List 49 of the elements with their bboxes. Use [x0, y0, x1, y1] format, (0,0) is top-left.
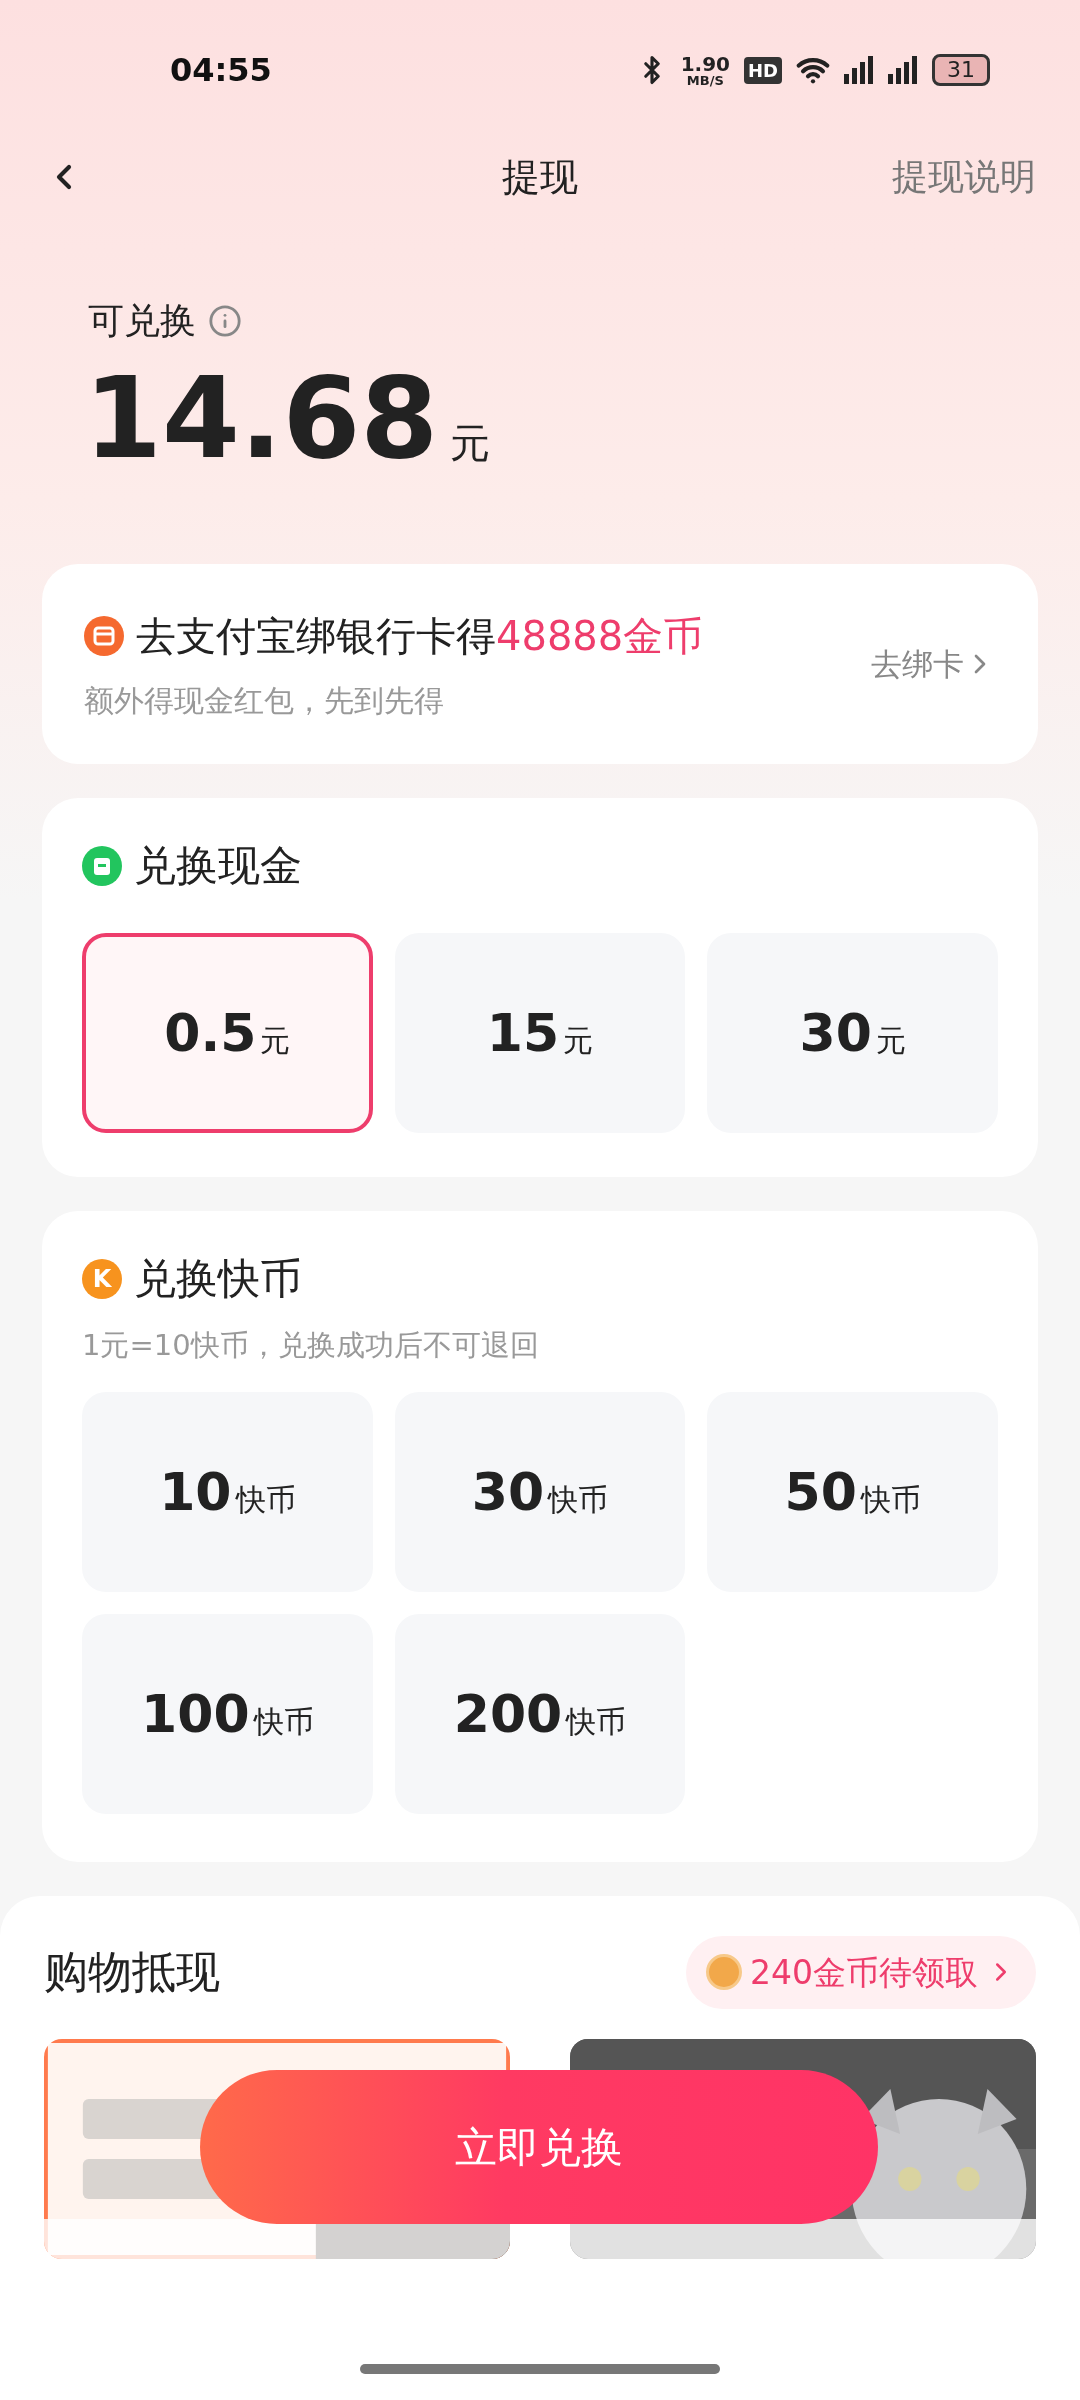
- signal-icon: [844, 56, 874, 84]
- balance-label: 可兑换: [88, 299, 196, 343]
- amount-value: 100: [141, 1687, 250, 1740]
- page-title: 提现: [502, 153, 578, 201]
- network-speed: 1.90 MB/S: [680, 53, 730, 87]
- amount-unit: 快币: [566, 1706, 627, 1737]
- amount-option[interactable]: 30 元: [707, 933, 998, 1133]
- amount-value: 0.5: [164, 1007, 257, 1059]
- info-icon: [208, 304, 242, 338]
- amount-value: 30: [799, 1007, 872, 1059]
- bind-card-link[interactable]: 去绑卡: [871, 640, 996, 688]
- clock: 04:55: [170, 50, 272, 91]
- amount-option[interactable]: 100快币: [82, 1613, 373, 1814]
- amount-unit: 快币: [548, 1484, 609, 1515]
- card-icon: [84, 615, 124, 656]
- amount-value: 15: [486, 1007, 560, 1059]
- amount-unit: 元: [875, 1026, 906, 1056]
- withdraw-info-link[interactable]: 提现说明: [892, 150, 1036, 204]
- promo-subtitle: 额外得现金红包，先到先得: [84, 681, 445, 720]
- amount-value: 50: [784, 1465, 857, 1518]
- cash-title: 兑换现金: [134, 840, 302, 892]
- amount-unit: 元: [563, 1026, 594, 1056]
- coins-title: 兑换快币: [134, 1253, 302, 1305]
- amount-unit: 快币: [253, 1706, 314, 1737]
- amount-option[interactable]: 15 元: [394, 933, 686, 1133]
- amount-value: 10: [159, 1465, 232, 1518]
- promo-title: 去支付宝绑银行卡得48888金币: [136, 611, 704, 661]
- coins-note: 1元=10快币，兑换成功后不可退回: [82, 1327, 540, 1364]
- amount-unit: 快币: [860, 1484, 921, 1515]
- amount-option[interactable]: 50快币: [707, 1391, 998, 1592]
- balance-unit: 元: [450, 419, 491, 468]
- amount-unit: 元: [260, 1026, 291, 1056]
- shopping-title: 购物抵现: [44, 1945, 220, 2000]
- hd-badge: HD: [744, 56, 782, 84]
- amount-option[interactable]: 200快币: [394, 1613, 686, 1814]
- wallet-icon: [82, 845, 122, 886]
- amount-option[interactable]: 0.5 元: [82, 933, 373, 1133]
- amount-value: 200: [453, 1687, 563, 1740]
- amount-unit: 快币: [235, 1484, 296, 1515]
- amount-option[interactable]: 30快币: [394, 1391, 686, 1592]
- promo-card[interactable]: 去支付宝绑银行卡得48888金币 额外得现金红包，先到先得 去绑卡: [42, 564, 1038, 764]
- amount-option[interactable]: 10快币: [82, 1391, 373, 1592]
- signal-icon: [888, 56, 918, 84]
- coin-icon: [706, 1954, 742, 1991]
- balance-amount: 14.68: [84, 362, 439, 474]
- reward-text: 240金币待领取: [750, 1951, 978, 1994]
- battery-icon: 31: [932, 54, 990, 86]
- amount-value: 30: [471, 1465, 545, 1518]
- coin-badge-icon: K: [82, 1258, 122, 1299]
